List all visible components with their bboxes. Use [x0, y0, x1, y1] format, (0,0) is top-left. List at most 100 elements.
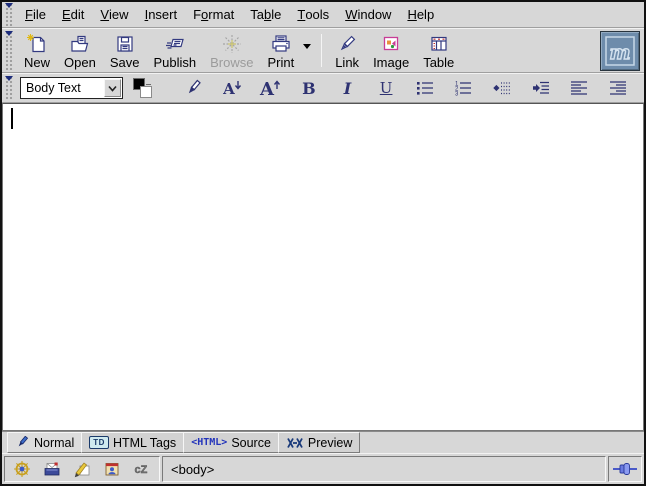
open-button[interactable]: Open [57, 30, 103, 71]
table-icon [428, 32, 450, 55]
element-path[interactable]: <body> [171, 462, 214, 477]
paragraph-style-dropdown-button[interactable] [104, 79, 121, 97]
menu-view[interactable]: View [92, 2, 136, 27]
highlight-color-button[interactable] [181, 76, 205, 100]
print-button[interactable]: Print [260, 30, 301, 71]
numbered-list-icon: 1 2 3 [453, 79, 473, 97]
menu-help[interactable]: Help [399, 2, 442, 27]
svg-text:A: A [259, 79, 275, 98]
component-bar: cZ [4, 456, 160, 482]
save-floppy-icon [114, 32, 136, 55]
chatzilla-icon: cZ [133, 460, 151, 478]
format-toolbar: Body Text A [2, 73, 644, 103]
tab-normal-label: Normal [34, 436, 74, 450]
tab-preview[interactable]: Preview [278, 432, 360, 453]
tab-source[interactable]: <HTML> Source [183, 432, 279, 453]
menu-bar: File Edit View Insert Format Table Tools… [2, 2, 644, 28]
print-icon [270, 32, 292, 55]
print-dropdown-arrow[interactable] [303, 44, 311, 49]
publish-button[interactable]: Publish [146, 30, 203, 71]
publish-button-label: Publish [153, 55, 196, 70]
status-bar: cZ <body> [2, 453, 644, 484]
new-button[interactable]: New [17, 30, 57, 71]
align-left-button[interactable] [567, 76, 591, 100]
svg-text:cZ: cZ [135, 464, 148, 476]
align-right-button[interactable] [606, 76, 630, 100]
text-color-picker[interactable] [133, 77, 155, 99]
tab-html-tags[interactable]: TD HTML Tags [81, 432, 184, 453]
image-button-label: Image [373, 55, 409, 70]
menu-edit[interactable]: Edit [54, 2, 92, 27]
image-icon [380, 32, 402, 55]
mail-icon [43, 460, 61, 478]
tab-preview-label: Preview [308, 436, 352, 450]
main-toolbar-grippy[interactable] [4, 31, 14, 70]
main-toolbar: New Open Save [2, 28, 644, 73]
navigator-button[interactable] [13, 460, 31, 478]
publish-icon [164, 32, 186, 55]
editor-canvas[interactable] [2, 103, 644, 431]
highlight-pen-icon [183, 78, 203, 98]
increase-font-size-button[interactable]: A [258, 76, 282, 100]
decrease-font-size-button[interactable]: A [220, 76, 244, 100]
numbered-list-button[interactable]: 1 2 3 [451, 76, 475, 100]
menu-insert[interactable]: Insert [137, 2, 186, 27]
format-toolbar-grippy[interactable] [4, 76, 14, 100]
outdent-button[interactable] [490, 76, 514, 100]
menu-table[interactable]: Table [242, 2, 289, 27]
menu-tools[interactable]: Tools [289, 2, 337, 27]
svg-text:A: A [222, 80, 235, 98]
browse-button[interactable]: Browse [203, 30, 260, 71]
italic-button[interactable]: I [336, 76, 360, 100]
save-button[interactable]: Save [103, 30, 147, 71]
mozilla-throbber[interactable]: m [600, 31, 640, 71]
element-path-panel: <body> [162, 456, 606, 482]
addressbook-button[interactable] [103, 460, 121, 478]
bold-button[interactable]: B [297, 76, 321, 100]
outdent-icon [492, 79, 512, 97]
chatzilla-button[interactable]: cZ [133, 460, 151, 478]
menubar-grippy[interactable] [4, 3, 14, 26]
tab-source-label: Source [231, 436, 271, 450]
throbber-m-glyph: m [609, 40, 630, 64]
composer-button[interactable] [73, 460, 91, 478]
tab-html-tags-label: HTML Tags [113, 436, 176, 450]
image-button[interactable]: Image [366, 30, 416, 71]
browse-icon [221, 32, 243, 55]
text-caret [11, 108, 13, 129]
menu-file[interactable]: File [17, 2, 54, 27]
bold-icon: B [302, 79, 316, 98]
online-status-panel [608, 456, 642, 482]
open-button-label: Open [64, 55, 96, 70]
color-swatch-tick [146, 84, 151, 85]
mail-button[interactable] [43, 460, 61, 478]
bullet-list-icon [415, 79, 435, 97]
indent-button[interactable] [529, 76, 553, 100]
composer-quill-icon [73, 460, 91, 478]
bullet-list-button[interactable] [413, 76, 437, 100]
html-source-icon: <HTML> [191, 437, 227, 448]
background-color-swatch[interactable] [140, 86, 152, 98]
svg-text:3: 3 [455, 92, 459, 98]
menu-format[interactable]: Format [185, 2, 242, 27]
table-button-label: Table [423, 55, 454, 70]
td-tag-icon: TD [89, 436, 109, 449]
underline-icon: U [380, 79, 393, 97]
addressbook-card-icon [103, 460, 121, 478]
menu-window[interactable]: Window [337, 2, 399, 27]
navigator-wheel-icon [13, 460, 31, 478]
align-left-icon [569, 79, 589, 97]
font-smaller-icon: A [221, 78, 243, 98]
font-larger-icon: A [258, 78, 282, 98]
toolbar-separator [321, 34, 322, 67]
link-pen-icon [336, 32, 358, 55]
online-plug-icon[interactable] [612, 462, 638, 476]
underline-button[interactable]: U [374, 76, 398, 100]
tab-normal[interactable]: Normal [7, 432, 82, 453]
link-button-label: Link [335, 55, 359, 70]
paragraph-style-select[interactable]: Body Text [20, 77, 123, 99]
link-button[interactable]: Link [328, 30, 366, 71]
align-right-icon [608, 79, 628, 97]
save-button-label: Save [110, 55, 140, 70]
table-button[interactable]: Table [416, 30, 461, 71]
